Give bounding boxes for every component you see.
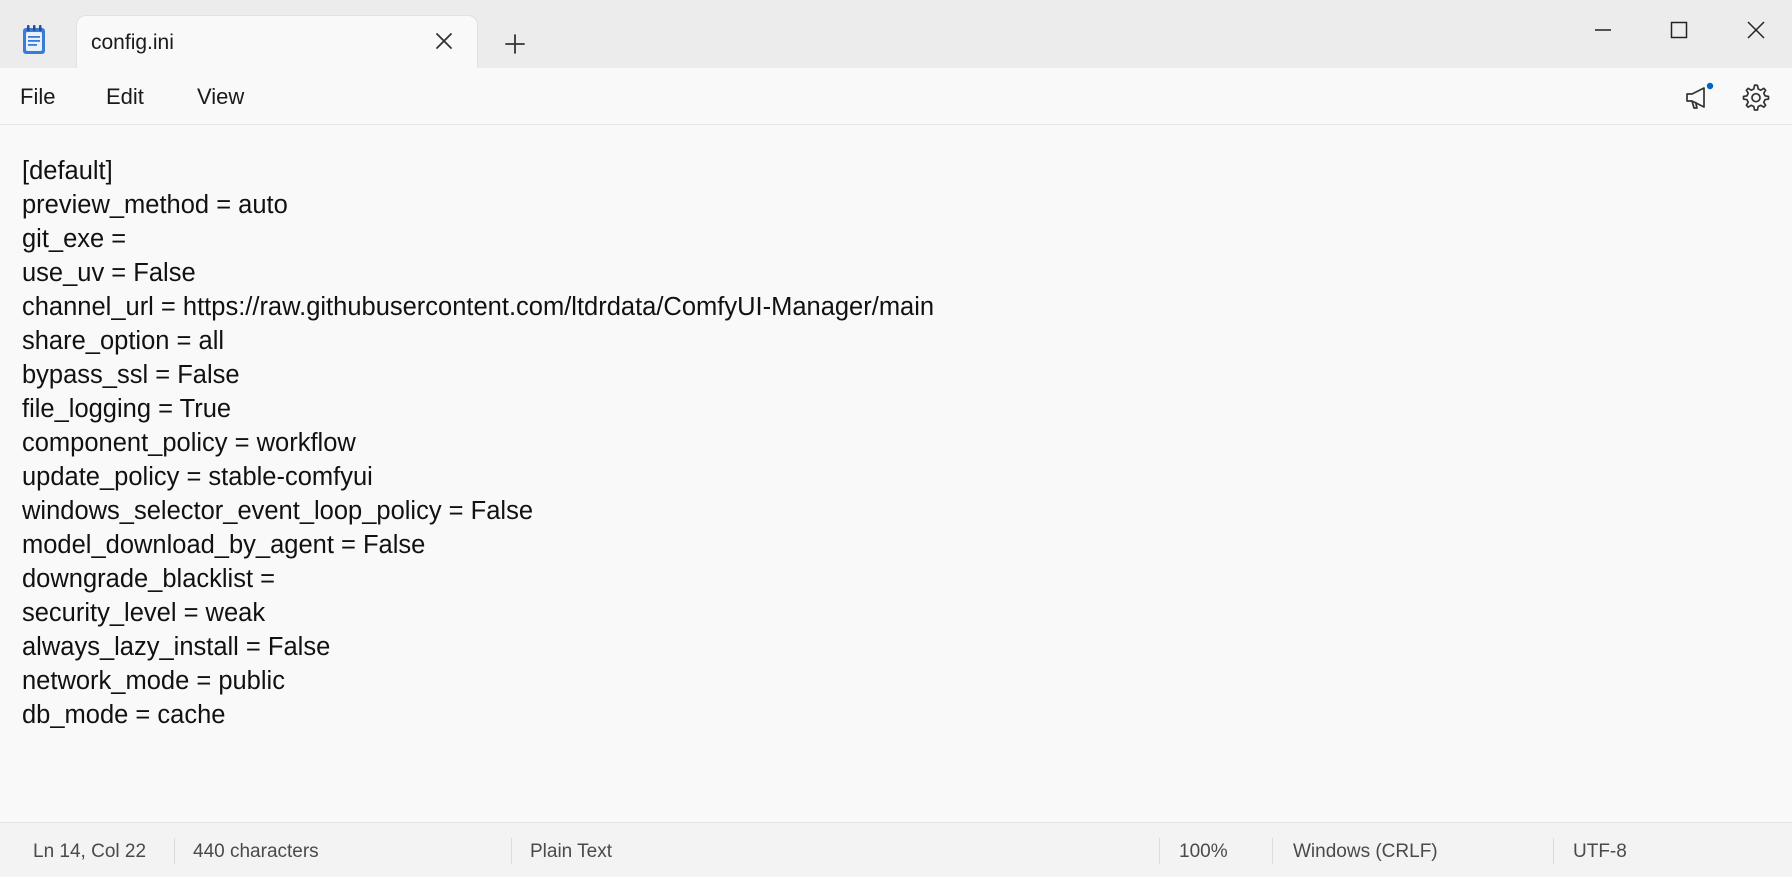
editor-line: downgrade_blacklist = — [22, 565, 276, 593]
editor-line: channel_url = https://raw.githubusercont… — [22, 293, 935, 321]
editor-line: always_lazy_install = False — [22, 633, 331, 661]
gear-icon[interactable] — [1739, 81, 1771, 113]
status-divider — [1159, 838, 1160, 864]
editor-line: use_uv = False — [22, 259, 196, 287]
status-divider — [1553, 838, 1554, 864]
status-bar: Ln 14, Col 22 440 characters Plain Text … — [0, 822, 1792, 877]
editor-line: bypass_ssl = False — [22, 361, 240, 389]
editor-line: windows_selector_event_loop_policy = Fal… — [22, 497, 534, 525]
title-bar: config.ini — [0, 0, 1792, 68]
notepad-icon — [20, 24, 50, 56]
editor-line: network_mode = public — [22, 667, 285, 695]
editor-line: share_option = all — [22, 327, 225, 355]
encoding[interactable]: UTF-8 — [1573, 841, 1627, 863]
editor-line: preview_method = auto — [22, 191, 288, 219]
zoom-level[interactable]: 100% — [1179, 841, 1228, 863]
editor-line: update_policy = stable-comfyui — [22, 463, 373, 491]
editor-line: security_level = weak — [22, 599, 266, 627]
editor-line: model_download_by_agent = False — [22, 531, 426, 559]
status-divider — [174, 838, 175, 864]
text-editor[interactable]: [default] preview_method = auto git_exe = u… — [0, 126, 1792, 822]
cursor-position[interactable]: Ln 14, Col 22 — [33, 841, 146, 863]
close-icon[interactable] — [1733, 10, 1779, 50]
megaphone-icon[interactable] — [1683, 81, 1715, 113]
character-count: 440 characters — [193, 841, 319, 862]
tab-config-ini[interactable]: config.ini — [76, 15, 478, 68]
file-type: Plain Text — [530, 841, 613, 862]
menu-bar: File Edit View — [0, 68, 1792, 125]
tab-title: config.ini — [91, 31, 174, 54]
status-divider — [1272, 838, 1273, 864]
line-ending[interactable]: Windows (CRLF) — [1293, 841, 1438, 863]
menu-view[interactable]: View — [197, 84, 244, 110]
status-divider — [511, 838, 512, 864]
maximize-icon[interactable] — [1656, 10, 1702, 50]
editor-line: component_policy = workflow — [22, 429, 356, 457]
notepad-window: config.ini File Edit View [default] prev… — [0, 0, 1792, 877]
tab-close-icon[interactable] — [433, 30, 455, 52]
menu-edit[interactable]: Edit — [106, 84, 144, 110]
editor-line: git_exe = — [22, 225, 127, 253]
editor-line: db_mode = cache — [22, 701, 226, 729]
editor-line: file_logging = True — [22, 395, 232, 423]
new-tab-plus-icon[interactable] — [503, 32, 527, 56]
menu-file[interactable]: File — [20, 84, 55, 110]
minimize-icon[interactable] — [1580, 10, 1626, 50]
editor-line: [default] — [22, 157, 113, 185]
